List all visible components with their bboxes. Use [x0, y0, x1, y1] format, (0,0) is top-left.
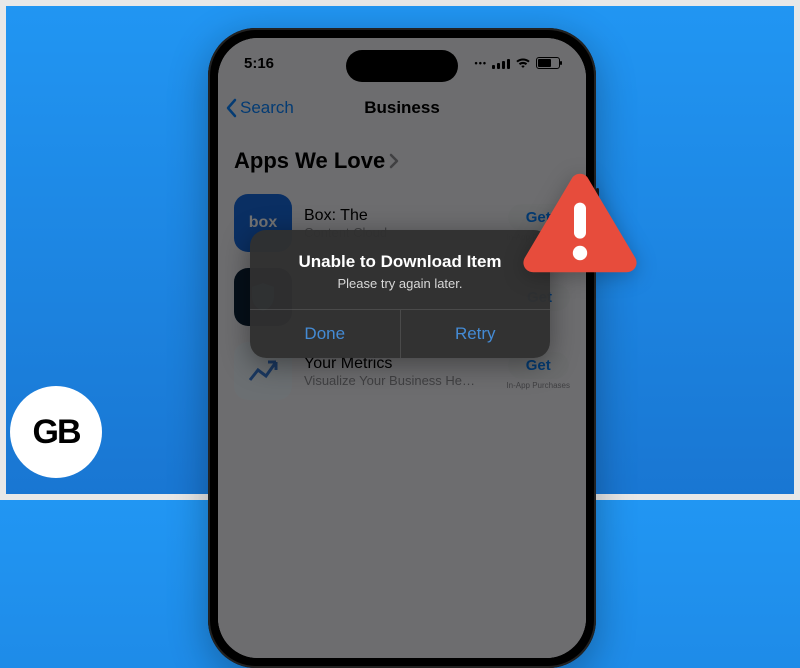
- brand-logo-text: GB: [33, 413, 80, 452]
- retry-button[interactable]: Retry: [400, 310, 551, 358]
- alert-title: Unable to Download Item: [266, 252, 534, 272]
- alert-dialog: Unable to Download Item Please try again…: [250, 230, 550, 358]
- done-button[interactable]: Done: [250, 310, 400, 358]
- alert-message: Please try again later.: [266, 276, 534, 291]
- warning-triangle-icon: [520, 168, 640, 278]
- brand-logo: GB: [10, 386, 102, 478]
- dynamic-island: [346, 50, 458, 82]
